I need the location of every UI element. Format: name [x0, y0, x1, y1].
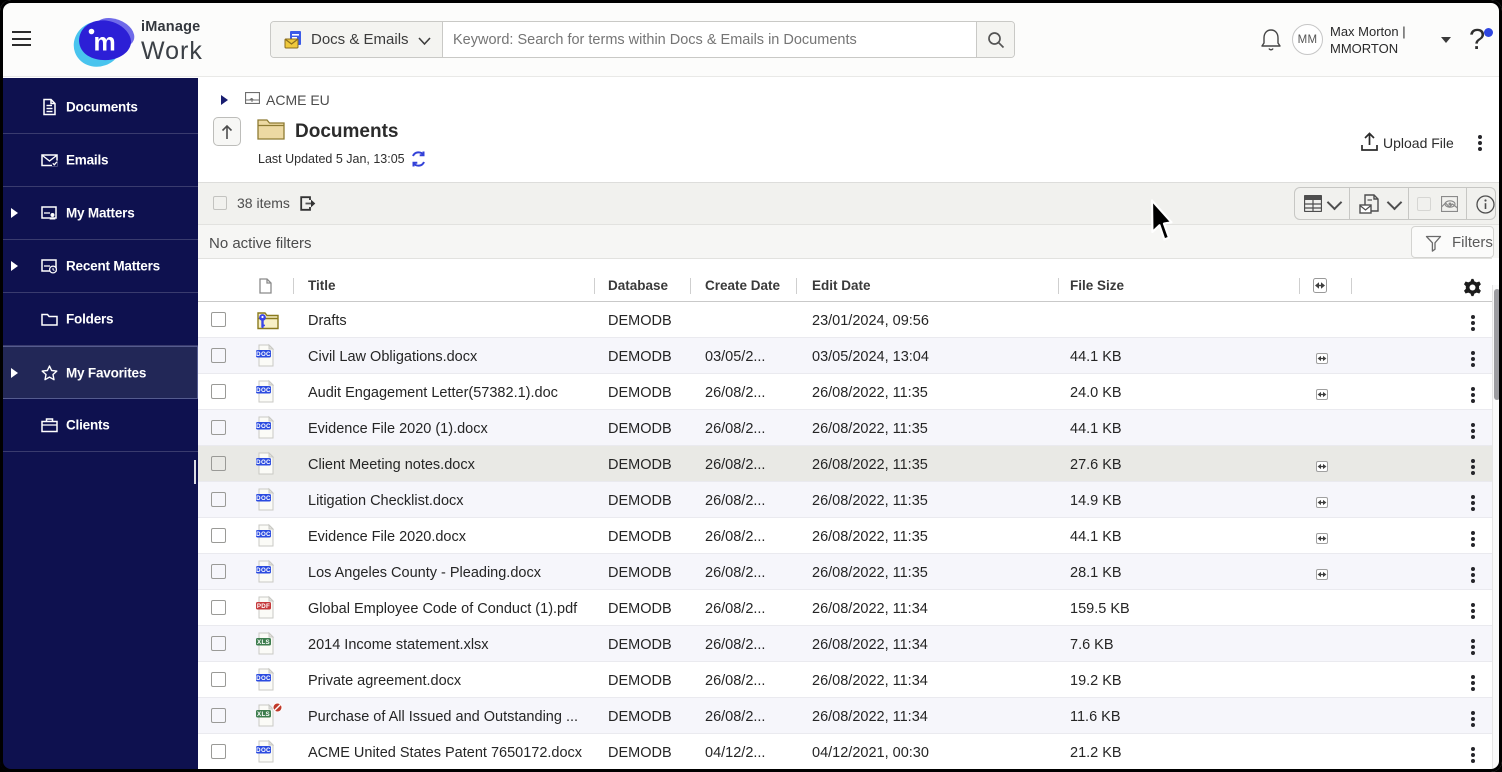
- svg-text:PDF: PDF: [257, 603, 270, 610]
- svg-text:DOC: DOC: [256, 423, 271, 430]
- svg-text:DOC: DOC: [256, 567, 271, 574]
- svg-text:DOC: DOC: [256, 459, 271, 466]
- svg-text:XLS: XLS: [257, 711, 270, 718]
- svg-text:DOC: DOC: [256, 675, 271, 682]
- svg-text:DOC: DOC: [256, 495, 271, 502]
- svg-text:DOC: DOC: [256, 531, 271, 538]
- svg-text:m: m: [94, 29, 116, 57]
- svg-text:DOC: DOC: [256, 747, 271, 754]
- svg-text:XLS: XLS: [257, 639, 270, 646]
- svg-text:DOC: DOC: [256, 351, 271, 358]
- svg-text:DOC: DOC: [256, 387, 271, 394]
